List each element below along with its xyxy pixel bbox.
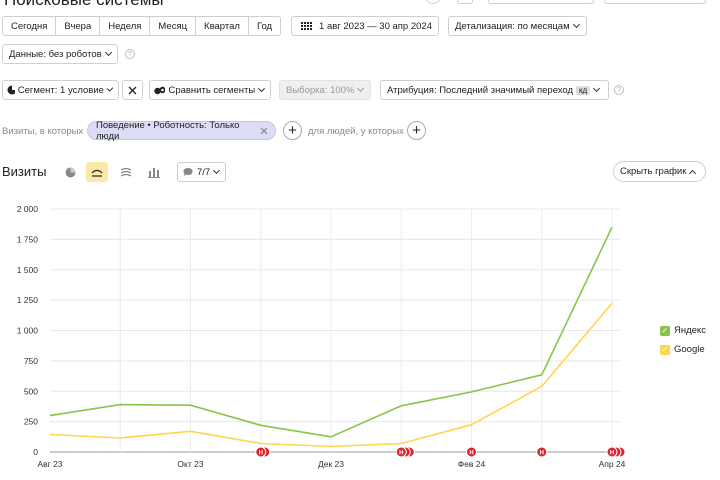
y-tick-label: 1 500 [17, 265, 39, 275]
toolbar-button[interactable] [425, 0, 441, 4]
legend-item-google[interactable]: ✓ Google [660, 344, 705, 355]
date-range-label: 1 авг 2023 — 30 апр 2024 [319, 20, 432, 32]
calendar-icon [301, 21, 312, 30]
close-icon [128, 86, 137, 94]
chevron-up-icon [689, 169, 697, 177]
x-tick-label: Фев 24 [458, 459, 486, 469]
pie-chart-icon [65, 167, 75, 177]
y-tick-label: 250 [24, 417, 38, 427]
visits-condition-label: Визиты, в которых [2, 126, 84, 137]
people-condition-label: для людей, у которых [308, 126, 404, 137]
condition-chip[interactable]: Поведение • Роботность: Только люди [87, 119, 276, 142]
annotation-label: H [469, 451, 473, 457]
chevron-down-icon [572, 20, 580, 29]
data-filter-dropdown[interactable]: Данные: без роботов [2, 44, 118, 64]
pie-chart-toggle[interactable] [59, 162, 81, 182]
y-tick-label: 500 [24, 386, 38, 396]
period-month[interactable]: Месяц [150, 17, 197, 35]
chevron-down-icon [357, 84, 365, 93]
detail-label: Детализация: по месяцам [455, 20, 570, 32]
chevron-down-icon [106, 85, 114, 92]
add-visit-condition-button[interactable]: + [283, 121, 302, 140]
help-icon[interactable]: ? [125, 49, 135, 59]
close-icon[interactable] [260, 127, 267, 135]
area-chart-toggle[interactable] [115, 162, 137, 182]
page-title: Поисковые системы [4, 0, 164, 10]
compare-label: Сравнить сегменты [168, 84, 256, 96]
legend-label: Яндекс [674, 325, 706, 336]
sample-label: Выборка: 100% [286, 84, 355, 96]
add-people-condition-button[interactable]: + [407, 121, 426, 140]
pie-icon [7, 85, 15, 95]
x-tick-label: Авг 23 [37, 459, 62, 469]
attribution-badge: кд [576, 85, 591, 95]
legend-label: Google [674, 344, 705, 355]
compare-icon [154, 86, 166, 95]
chevron-down-icon [104, 48, 112, 57]
segment-dropdown[interactable]: Сегмент: 1 условие [2, 80, 119, 100]
hide-chart-label: Скрыть график [620, 166, 687, 177]
toolbar-button[interactable] [488, 0, 594, 4]
period-quarter[interactable]: Квартал [196, 17, 249, 35]
period-selector: Сегодня Вчера Неделя Месяц Квартал Год [2, 16, 282, 36]
x-tick-label: Окт 23 [177, 459, 203, 469]
attribution-dropdown[interactable]: Атрибуция: Последний значимый переход кд [380, 80, 609, 100]
x-tick-label: Дек 23 [318, 459, 344, 469]
y-tick-label: 0 [33, 447, 38, 457]
condition-chip-label: Поведение • Роботность: Только люди [96, 119, 240, 142]
checkbox-icon: ✓ [660, 325, 670, 336]
period-yesterday[interactable]: Вчера [56, 17, 101, 35]
hide-chart-button[interactable]: Скрыть график [613, 161, 706, 182]
detail-dropdown[interactable]: Детализация: по месяцам [448, 16, 587, 36]
annotation-label: H [540, 451, 544, 457]
compare-segments-dropdown[interactable]: Сравнить сегменты [149, 80, 271, 100]
area-chart-icon [120, 167, 132, 177]
comment-icon [183, 168, 193, 176]
segment-label: Сегмент: 1 условие [17, 84, 104, 96]
line-chart-icon [91, 169, 103, 177]
visits-line-chart: 0 250 500 750 1 000 1 250 1 500 1 750 2 000 Авг … [17, 204, 626, 469]
legend-item-yandex[interactable]: ✓ Яндекс [660, 325, 706, 336]
annotation-label: H [399, 451, 403, 457]
chevron-down-icon [593, 84, 601, 93]
series-count: 7/7 [197, 166, 211, 178]
checkbox-icon: ✓ [660, 344, 670, 355]
bar-chart-toggle[interactable] [143, 162, 165, 182]
y-tick-label: 1 000 [17, 326, 39, 336]
toolbar-button[interactable] [604, 0, 706, 4]
y-tick-label: 1 750 [17, 234, 39, 244]
x-tick-label: Апр 24 [599, 459, 626, 469]
sample-dropdown[interactable]: Выборка: 100% [279, 80, 371, 100]
period-week[interactable]: Неделя [100, 17, 151, 35]
help-icon[interactable]: ? [614, 85, 624, 95]
y-tick-label: 750 [24, 356, 38, 366]
annotation-label: H [610, 451, 614, 457]
annotation-label: H [259, 451, 263, 457]
toolbar-button[interactable] [457, 0, 473, 4]
clear-segment-button[interactable] [122, 80, 143, 100]
y-tick-label: 2 000 [17, 204, 39, 214]
chart-title: Визиты [2, 164, 47, 179]
attribution-label: Атрибуция: Последний значимый переход [387, 84, 574, 96]
bar-chart-icon [148, 167, 160, 178]
line-chart-toggle[interactable] [86, 162, 108, 182]
date-range-button[interactable]: 1 авг 2023 — 30 апр 2024 [291, 16, 439, 36]
chevron-down-icon [213, 166, 221, 175]
data-filter-label: Данные: без роботов [9, 48, 102, 60]
series-selector[interactable]: 7/7 [177, 162, 226, 182]
period-year[interactable]: Год [249, 17, 280, 35]
chevron-down-icon [258, 85, 266, 92]
period-today[interactable]: Сегодня [3, 17, 57, 35]
y-tick-label: 1 250 [17, 295, 39, 305]
